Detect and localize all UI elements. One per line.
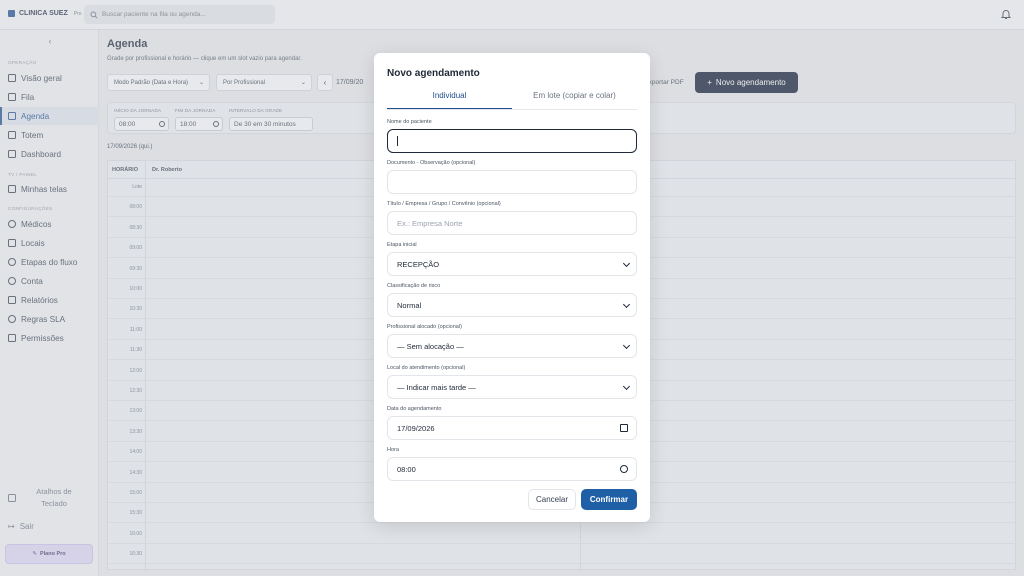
time-label: Hora	[387, 447, 399, 453]
chevron-down-icon	[622, 382, 631, 391]
tab-divider	[387, 109, 637, 110]
company-placeholder: Ex.: Empresa Norte	[397, 218, 463, 228]
location-label: Local do atendimento (opcional)	[387, 365, 466, 371]
company-input[interactable]: Ex.: Empresa Norte	[387, 211, 637, 235]
chevron-down-icon	[622, 341, 631, 350]
date-label: Data do agendamento	[387, 406, 442, 412]
stage-value: RECEPÇÃO	[397, 259, 440, 269]
chevron-down-icon	[622, 259, 631, 268]
patient-name-label: Nome do paciente	[387, 119, 432, 125]
modal-title: Novo agendamento	[387, 68, 480, 79]
calendar-icon[interactable]	[620, 424, 628, 432]
professional-label: Profissional alocado (opcional)	[387, 324, 462, 330]
time-input[interactable]: 08:00	[387, 457, 637, 481]
document-label: Documento - Observação (opcional)	[387, 160, 476, 166]
patient-name-input[interactable]	[387, 129, 637, 153]
document-input[interactable]	[387, 170, 637, 194]
risk-value: Normal	[397, 300, 422, 310]
confirm-button[interactable]: Confirmar	[581, 489, 637, 510]
risk-label: Classificação de risco	[387, 283, 441, 289]
stage-select[interactable]: RECEPÇÃO	[387, 252, 637, 276]
date-value: 17/09/2026	[397, 423, 435, 433]
text-caret	[397, 136, 398, 146]
tab-individual[interactable]: Individual	[387, 91, 512, 109]
cancel-button[interactable]: Cancelar	[528, 489, 576, 510]
location-value: — Indicar mais tarde —	[397, 382, 476, 392]
chevron-down-icon	[622, 300, 631, 309]
clock-icon[interactable]	[620, 465, 628, 473]
professional-value: — Sem alocação —	[397, 341, 464, 351]
professional-select[interactable]: — Sem alocação —	[387, 334, 637, 358]
tab-batch[interactable]: Em lote (copiar e colar)	[512, 91, 637, 109]
stage-label: Etapa inicial	[387, 242, 417, 248]
location-select[interactable]: — Indicar mais tarde —	[387, 375, 637, 399]
date-input[interactable]: 17/09/2026	[387, 416, 637, 440]
company-label: Título / Empresa / Grupo / Convênio (opc…	[387, 201, 501, 207]
risk-select[interactable]: Normal	[387, 293, 637, 317]
time-value: 08:00	[397, 464, 416, 474]
new-appointment-modal: Novo agendamento Individual Em lote (cop…	[374, 53, 650, 522]
